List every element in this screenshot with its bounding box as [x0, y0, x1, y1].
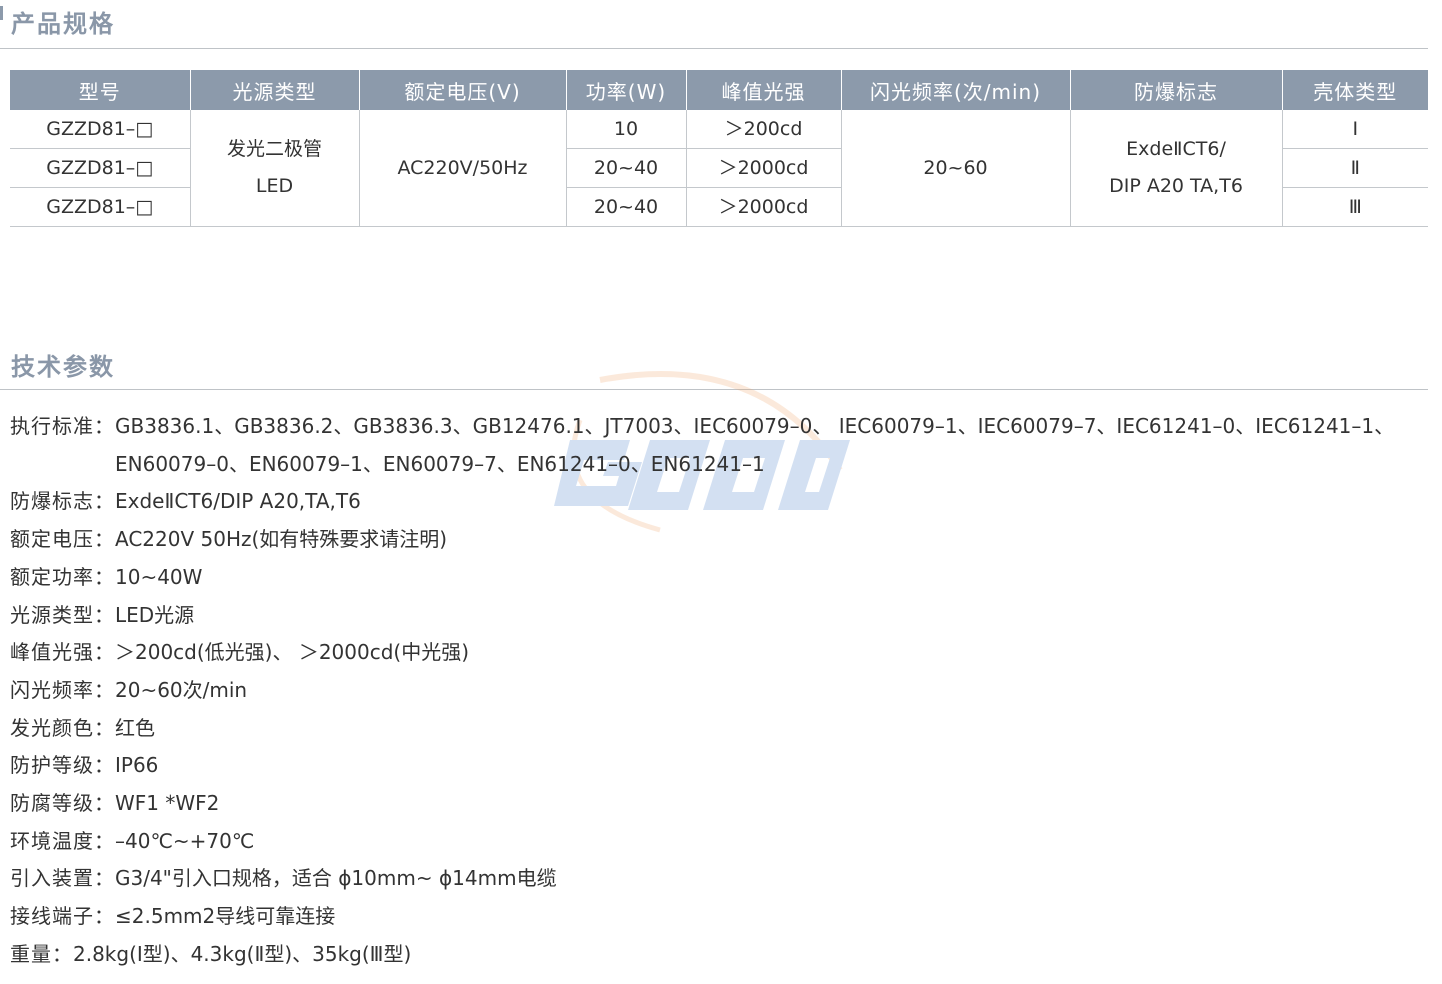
cell-ex-mark: ExdeⅡCT6/ DIP A20 TA,T6: [1069, 110, 1282, 227]
col-header-voltage: 额定电压(V): [358, 70, 566, 110]
param-frequency: 闪光频率： 20~60次/min: [10, 672, 1430, 710]
param-value: ＞200cd(低光强)、 ＞2000cd(中光强): [115, 640, 470, 665]
param-weight: 重量： 2.8kg(Ⅰ型)、4.3kg(Ⅱ型)、35kg(Ⅲ型): [10, 936, 1430, 974]
param-value: GB3836.1、GB3836.2、GB3836.3、GB12476.1、JT7…: [115, 414, 1395, 476]
col-header-model: 型号: [10, 70, 190, 110]
param-corrosion: 防腐等级： WF1 *WF2: [10, 785, 1430, 823]
param-value: WF1 *WF2: [115, 791, 220, 816]
param-value: 2.8kg(Ⅰ型)、4.3kg(Ⅱ型)、35kg(Ⅲ型): [73, 941, 412, 966]
param-label: 引入装置：: [10, 866, 115, 891]
param-temperature: 环境温度： –40℃~+70℃: [10, 823, 1430, 861]
cell-housing: Ⅲ: [1281, 187, 1428, 227]
spec-section-title: 产品规格: [11, 10, 115, 38]
table-row: GZZD81–□ 发光二极管 LED AC220V/50Hz 10 ＞200cd…: [10, 110, 1428, 227]
param-label: 防爆标志：: [10, 489, 115, 514]
param-light-source: 光源类型： LED光源: [10, 597, 1430, 635]
cell-power: 10: [565, 110, 686, 149]
cell-peak: ＞200cd: [685, 110, 841, 149]
param-label: 额定功率：: [10, 564, 115, 589]
spec-table-header-row: 型号 光源类型 额定电压(V) 功率(W) 峰值光强 闪光频率(次/min) 防…: [10, 70, 1428, 110]
cell-model: GZZD81–□: [10, 110, 190, 149]
param-label: 闪光频率：: [10, 677, 115, 702]
col-header-light-source: 光源类型: [189, 70, 359, 110]
param-value: 红色: [115, 715, 155, 740]
col-header-housing: 壳体类型: [1281, 70, 1428, 110]
param-label: 防腐等级：: [10, 791, 115, 816]
tech-params-list: 执行标准： GB3836.1、GB3836.2、GB3836.3、GB12476…: [10, 408, 1430, 974]
param-label: 峰值光强：: [10, 640, 115, 665]
cell-light-source: 发光二极管 LED: [189, 110, 359, 227]
cell-peak: ＞2000cd: [685, 148, 841, 188]
cell-housing: Ⅱ: [1281, 148, 1428, 188]
param-voltage: 额定电压： AC220V 50Hz(如有特殊要求请注明): [10, 521, 1430, 559]
param-label: 执行标准：: [10, 414, 115, 438]
cell-peak: ＞2000cd: [685, 187, 841, 227]
cell-voltage: AC220V/50Hz: [358, 110, 566, 227]
col-header-power: 功率(W): [565, 70, 686, 110]
param-power: 额定功率： 10~40W: [10, 559, 1430, 597]
param-value: IP66: [115, 753, 159, 778]
cell-power: 20~40: [565, 148, 686, 188]
param-value: ≤2.5mm2导线可靠连接: [115, 904, 336, 929]
param-entry: 引入装置： G3/4"引入口规格，适合 ϕ10mm~ ϕ14mm电缆: [10, 860, 1430, 898]
cell-frequency: 20~60: [840, 110, 1070, 227]
param-value: G3/4"引入口规格，适合 ϕ10mm~ ϕ14mm电缆: [115, 866, 557, 891]
param-ex-mark: 防爆标志： ExdeⅡCT6/DIP A20,TA,T6: [10, 483, 1430, 521]
cell-ex-mark-line: DIP A20 TA,T6: [1109, 175, 1243, 197]
param-value: LED光源: [115, 602, 195, 627]
param-standard: 执行标准： GB3836.1、GB3836.2、GB3836.3、GB12476…: [10, 408, 1430, 483]
param-value: 20~60次/min: [115, 677, 248, 702]
cell-model: GZZD81–□: [10, 187, 190, 227]
param-value: AC220V 50Hz(如有特殊要求请注明): [115, 527, 448, 552]
param-value: 10~40W: [115, 564, 203, 589]
col-header-peak: 峰值光强: [685, 70, 841, 110]
spec-table: 型号 光源类型 额定电压(V) 功率(W) 峰值光强 闪光频率(次/min) 防…: [10, 70, 1428, 227]
param-label: 接线端子：: [10, 904, 115, 929]
tech-section-title: 技术参数: [11, 353, 115, 381]
param-ip-rating: 防护等级： IP66: [10, 747, 1430, 785]
tech-section-header: 技术参数: [0, 341, 1428, 390]
param-label: 防护等级：: [10, 753, 115, 778]
param-label: 光源类型：: [10, 602, 115, 627]
col-header-ex-mark: 防爆标志: [1069, 70, 1282, 110]
cell-model: GZZD81–□: [10, 148, 190, 188]
cell-power: 20~40: [565, 187, 686, 227]
param-value: –40℃~+70℃: [115, 828, 255, 853]
param-label: 额定电压：: [10, 527, 115, 552]
param-label: 发光颜色：: [10, 715, 115, 740]
cell-ex-mark-line: ExdeⅡCT6/: [1126, 138, 1226, 160]
param-terminal: 接线端子： ≤2.5mm2导线可靠连接: [10, 898, 1430, 936]
cell-light-source-line: 发光二极管: [226, 138, 322, 160]
param-label: 重量：: [10, 941, 73, 966]
param-peak: 峰值光强： ＞200cd(低光强)、 ＞2000cd(中光强): [10, 634, 1430, 672]
section-marker: [0, 6, 3, 20]
cell-light-source-line: LED: [255, 175, 294, 197]
cell-housing: Ⅰ: [1281, 110, 1428, 149]
col-header-frequency: 闪光频率(次/min): [840, 70, 1070, 110]
param-label: 环境温度：: [10, 828, 115, 853]
param-color: 发光颜色： 红色: [10, 710, 1430, 748]
spec-section-header: 产品规格: [0, 0, 1428, 49]
param-value: ExdeⅡCT6/DIP A20,TA,T6: [115, 489, 361, 514]
